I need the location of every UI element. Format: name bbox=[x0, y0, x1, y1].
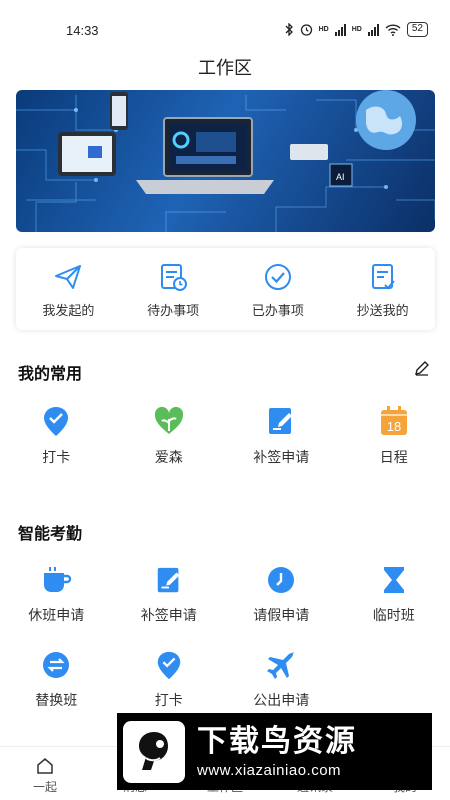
hd-label-1: HD bbox=[318, 26, 329, 33]
attendance-item-supplement[interactable]: 补签申请 bbox=[113, 565, 226, 625]
done-icon bbox=[264, 264, 291, 290]
wifi-icon bbox=[385, 23, 401, 36]
tab-label: 一起 bbox=[32, 780, 57, 794]
send-icon bbox=[55, 265, 82, 289]
heart-sprout-icon bbox=[154, 406, 183, 434]
attendance-grid-row2: 替换班 打卡 公出申请 bbox=[0, 650, 450, 710]
attendance-item-label: 公出申请 bbox=[253, 692, 310, 708]
attendance-title: 智能考勤 bbox=[18, 526, 83, 543]
edit-note-icon bbox=[269, 408, 293, 434]
ai-chip-label: AI bbox=[336, 172, 345, 182]
cc-icon bbox=[371, 264, 395, 290]
watermark-banner: 下载鸟资源 www.xiazainiao.com bbox=[117, 713, 432, 790]
favorite-item-schedule[interactable]: 18 日程 bbox=[338, 405, 450, 467]
page-title: 工作区 bbox=[198, 58, 252, 78]
watermark-bird-logo-icon bbox=[123, 720, 185, 783]
todo-icon bbox=[161, 264, 188, 291]
location-check-icon bbox=[157, 651, 180, 680]
watermark-url: www.xiazainiao.com bbox=[197, 762, 342, 779]
edit-note-icon bbox=[157, 567, 180, 593]
attendance-item-rest[interactable]: 休班申请 bbox=[0, 565, 113, 625]
attendance-item-label: 打卡 bbox=[154, 692, 183, 708]
attendance-item-leave[interactable]: 请假申请 bbox=[225, 565, 338, 625]
attendance-item-label: 请假申请 bbox=[253, 607, 310, 623]
banner-image[interactable]: AI bbox=[16, 90, 435, 232]
status-bar: 14:33 HD HD 52 bbox=[0, 0, 450, 56]
attendance-item-business-trip[interactable]: 公出申请 bbox=[225, 650, 338, 710]
quick-item-label: 我发起的 bbox=[42, 303, 95, 318]
alarm-icon bbox=[300, 24, 312, 36]
favorite-item-aisen[interactable]: 爱森 bbox=[113, 405, 226, 467]
quick-item-done[interactable]: 已办事项 bbox=[226, 248, 331, 330]
favorites-title: 我的常用 bbox=[18, 366, 83, 383]
quick-item-label: 已办事项 bbox=[251, 303, 304, 318]
attendance-item-label: 临时班 bbox=[372, 607, 415, 623]
quick-item-cc[interactable]: 抄送我的 bbox=[330, 248, 435, 330]
clock-icon bbox=[268, 567, 295, 593]
watermark-title: 下载鸟资源 bbox=[197, 725, 357, 758]
attendance-item-label: 补签申请 bbox=[140, 607, 197, 623]
attendance-grid-row1: 休班申请 补签申请 请假申请 临时班 bbox=[0, 565, 450, 625]
favorite-item-label: 爱森 bbox=[154, 449, 183, 465]
attendance-item-label: 替换班 bbox=[35, 692, 78, 708]
favorite-item-clockin[interactable]: 打卡 bbox=[0, 405, 113, 467]
status-time: 14:33 bbox=[66, 23, 99, 38]
quick-actions-card: 我发起的 待办事项 已办事项 抄送我的 bbox=[16, 248, 435, 330]
hd-label-2: HD bbox=[351, 26, 362, 33]
bluetooth-icon bbox=[285, 23, 293, 36]
signal-icon bbox=[334, 23, 346, 36]
calendar-date: 18 bbox=[387, 419, 401, 434]
coffee-icon bbox=[44, 567, 72, 592]
status-icons: HD HD 52 bbox=[285, 22, 428, 37]
quick-item-sent[interactable]: 我发起的 bbox=[16, 248, 121, 330]
swap-icon bbox=[43, 652, 70, 678]
calendar-icon: 18 bbox=[380, 406, 407, 435]
favorites-grid: 打卡 爱森 补签申请 18 日程 bbox=[0, 405, 450, 467]
attendance-item-temp-shift[interactable]: 临时班 bbox=[338, 565, 450, 625]
edit-icon[interactable] bbox=[414, 360, 430, 376]
location-check-icon bbox=[44, 407, 69, 436]
quick-item-todo[interactable]: 待办事项 bbox=[121, 248, 226, 330]
banner-illustration: AI bbox=[16, 90, 435, 232]
airplane-icon bbox=[267, 651, 296, 679]
attendance-item-swap[interactable]: 替换班 bbox=[0, 650, 113, 710]
favorite-item-label: 打卡 bbox=[42, 449, 71, 465]
favorite-item-supplement[interactable]: 补签申请 bbox=[225, 405, 338, 467]
hourglass-icon bbox=[383, 567, 404, 593]
home-icon bbox=[37, 758, 53, 774]
attendance-item-clockin[interactable]: 打卡 bbox=[113, 650, 226, 710]
tab-together[interactable]: 一起 bbox=[0, 747, 90, 800]
battery-icon: 52 bbox=[406, 22, 428, 37]
quick-item-label: 抄送我的 bbox=[356, 303, 409, 318]
favorite-item-label: 日程 bbox=[379, 449, 408, 465]
signal-icon-2 bbox=[367, 23, 379, 36]
quick-item-label: 待办事项 bbox=[147, 303, 200, 318]
favorite-item-label: 补签申请 bbox=[253, 449, 310, 465]
attendance-item-label: 休班申请 bbox=[28, 607, 85, 623]
